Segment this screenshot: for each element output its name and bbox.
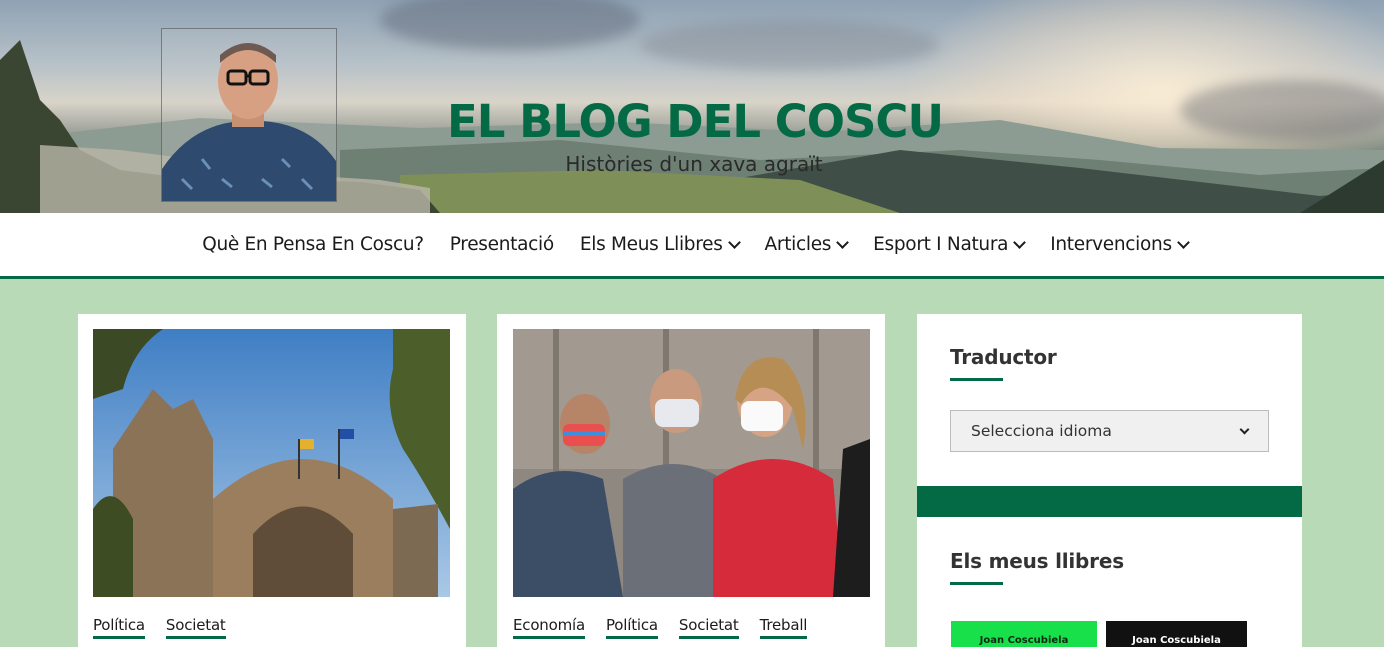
building-photo [93,329,450,597]
category-link[interactable]: Treball [759,616,807,639]
post-categories: Economía Política Societat Treball [513,616,807,639]
books-widget: Els meus llibres Joan Coscubiela Joan Co… [917,517,1302,647]
widget-title: Traductor [950,345,1057,381]
widget-title: Els meus llibres [950,549,1124,585]
chevron-down-icon [727,235,741,249]
people-photo [513,329,870,597]
chevron-down-icon [1013,235,1027,249]
category-link[interactable]: Economía [513,616,585,639]
category-link[interactable]: Societat [165,616,226,639]
category-link[interactable]: Política [605,616,658,639]
nav-item-intervencions[interactable]: Intervencions [1050,234,1190,255]
divider-bar [917,486,1302,517]
header-banner: EL BLOG DEL COSCU Històries d'un xava ag… [0,0,1384,213]
nav-item-que-en-pensa[interactable]: Què En Pensa En Coscu? [202,234,424,255]
book-cover[interactable]: Joan Coscubiela [951,621,1097,647]
category-link[interactable]: Política [93,616,145,639]
post-thumbnail[interactable] [93,329,450,597]
translator-widget: Traductor Selecciona idioma [917,314,1302,486]
chevron-down-icon [1176,235,1190,249]
site-title[interactable]: EL BLOG DEL COSCU [0,95,1384,148]
chevron-down-icon [1239,424,1250,434]
nav-item-els-meus-llibres[interactable]: Els Meus Llibres [580,234,741,255]
main-navigation: Què En Pensa En Coscu? Presentació Els M… [0,213,1384,279]
post-categories: Política Societat [93,616,226,639]
nav-item-presentacio[interactable]: Presentació [450,234,554,255]
site-tagline: Històries d'un xava agraït [565,152,823,176]
post-card: Política Societat [78,314,466,647]
language-select[interactable]: Selecciona idioma [950,410,1269,452]
book-cover[interactable]: Joan Coscubiela [1106,621,1247,647]
sidebar: Traductor Selecciona idioma Els meus lli… [917,314,1302,647]
chevron-down-icon [836,235,850,249]
post-thumbnail[interactable] [513,329,870,597]
category-link[interactable]: Societat [678,616,739,639]
post-card: Economía Política Societat Treball [497,314,885,647]
nav-item-articles[interactable]: Articles [765,234,850,255]
nav-item-esport-i-natura[interactable]: Esport I Natura [873,234,1027,255]
